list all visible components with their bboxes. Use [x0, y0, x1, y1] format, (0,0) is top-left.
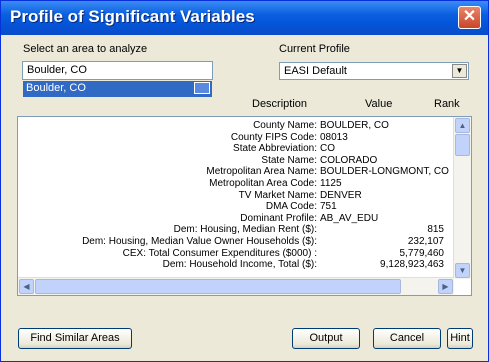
row-description: State Name: — [261, 154, 317, 166]
arrow-down-icon[interactable]: ▼ — [455, 263, 470, 278]
title-bar[interactable]: Profile of Significant Variables ✕ — [1, 1, 488, 35]
table-row[interactable]: Dem: Housing, Median Rent ($): 815 — [18, 224, 454, 235]
table-row[interactable]: State Name: COLORADO — [18, 155, 454, 166]
row-value: 9,128,923,463 — [380, 259, 444, 271]
table-row[interactable]: County FIPS Code: 08013 — [18, 132, 454, 143]
column-header-description[interactable]: Description — [252, 98, 307, 110]
column-header-rank[interactable]: Rank — [434, 98, 460, 110]
profile-variables-list[interactable]: County Name: BOULDER, CO County FIPS Code:… — [17, 116, 472, 296]
vertical-scrollbar[interactable]: ▲ ▼ — [453, 117, 471, 279]
area-list-item-selected[interactable]: Boulder, CO — [23, 81, 212, 97]
table-row[interactable]: State Abbreviation: CO — [18, 143, 454, 154]
row-description: DMA Code: — [265, 201, 317, 213]
row-description: Dem: Housing, Median Rent ($): — [173, 224, 317, 236]
row-value: 232,107 — [407, 236, 444, 247]
table-row[interactable]: Dem: Housing, Median Value Owner Househo… — [18, 236, 454, 247]
row-value: 5,779,460 — [399, 247, 445, 259]
row-description: TV Market Name: — [238, 189, 317, 201]
table-row[interactable]: County Name: BOULDER, CO — [18, 120, 454, 131]
arrow-left-icon[interactable]: ◀ — [19, 279, 34, 294]
row-description: Dem: Housing, Median Value Owner Househo… — [82, 236, 317, 247]
table-row[interactable]: TV Market Name: DENVER — [18, 190, 454, 201]
arrow-up-icon[interactable]: ▲ — [455, 118, 470, 133]
row-value: BOULDER, CO — [320, 120, 389, 131]
chevron-down-icon[interactable]: ▼ — [452, 64, 467, 78]
row-description: Dem: Household Income, Total ($): — [162, 259, 317, 271]
profile-select[interactable]: EASI Default ▼ — [279, 62, 469, 80]
row-value: BOULDER-LONGMONT, CO — [320, 166, 449, 178]
row-value: 08013 — [320, 131, 348, 143]
vertical-scroll-thumb[interactable] — [455, 134, 470, 156]
close-icon: ✕ — [462, 8, 477, 25]
table-row[interactable]: Metropolitan Area Name: BOULDER-LONGMONT,… — [18, 166, 454, 177]
row-description: County FIPS Code: — [230, 131, 317, 143]
table-row[interactable]: DMA Code: 751 — [18, 201, 454, 212]
area-list-item-label: Boulder, CO — [26, 82, 86, 94]
hint-button[interactable]: Hint — [447, 328, 473, 349]
area-search-input[interactable]: Boulder, CO — [22, 61, 213, 80]
row-description: County Name: — [253, 120, 317, 131]
row-value: CO — [320, 143, 335, 155]
close-button[interactable]: ✕ — [458, 6, 481, 29]
horizontal-scroll-thumb[interactable] — [35, 279, 401, 294]
window-title: Profile of Significant Variables — [10, 7, 255, 26]
find-similar-areas-button[interactable]: Find Similar Areas — [18, 328, 132, 349]
cancel-button[interactable]: Cancel — [373, 328, 441, 349]
row-value: COLORADO — [320, 154, 378, 166]
profile-label: Current Profile — [279, 43, 350, 55]
row-description: CEX: Total Consumer Expenditures ($000) … — [122, 247, 317, 259]
row-description: Metropolitan Area Name: — [206, 166, 317, 178]
row-value: 1125 — [320, 178, 342, 189]
row-value: DENVER — [320, 189, 362, 201]
table-row[interactable]: Metropolitan Area Code: 1125 — [18, 178, 454, 189]
variables-rows: County Name: BOULDER, CO County FIPS Code:… — [18, 117, 454, 279]
column-header-value[interactable]: Value — [365, 98, 392, 110]
output-button[interactable]: Output — [292, 328, 360, 349]
row-description: Metropolitan Area Code: — [209, 178, 317, 189]
list-grip-icon[interactable] — [194, 82, 210, 94]
table-row[interactable]: Dem: Household Income, Total ($): 9,128,9… — [18, 259, 454, 270]
row-description: Dominant Profile: — [240, 212, 317, 224]
row-value: 815 — [427, 224, 444, 236]
dialog-window: Profile of Significant Variables ✕ Selec… — [0, 0, 489, 362]
arrow-right-icon[interactable]: ▶ — [438, 279, 453, 294]
horizontal-scrollbar[interactable]: ◀ ▶ — [18, 277, 454, 295]
row-description: State Abbreviation: — [233, 143, 317, 155]
table-row[interactable]: Dominant Profile: AB_AV_EDU — [18, 213, 454, 224]
profile-select-value: EASI Default — [284, 65, 347, 77]
area-label: Select an area to analyze — [23, 43, 148, 55]
row-value: 751 — [320, 201, 337, 213]
table-row[interactable]: CEX: Total Consumer Expenditures ($000) … — [18, 248, 454, 259]
row-value: AB_AV_EDU — [320, 212, 379, 224]
